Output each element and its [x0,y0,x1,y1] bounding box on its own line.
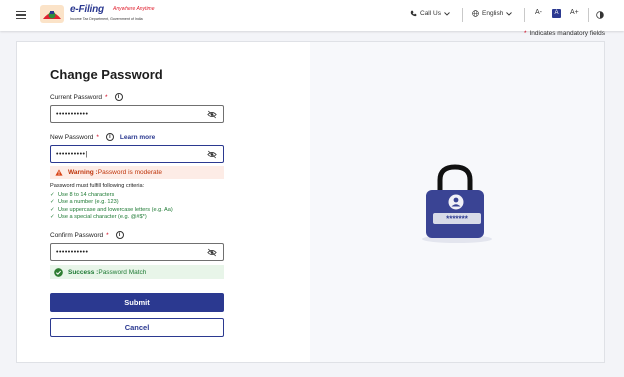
check-circle-icon [54,267,63,277]
globe-icon [472,10,479,17]
emblem-icon [40,5,64,23]
password-match-success: Success : Password Match [50,265,224,279]
current-password-label: Current Password * i [50,93,123,101]
learn-more-link[interactable]: Learn more [120,134,155,141]
criteria-heading: Password must fulfill following criteria… [50,183,145,189]
submit-button[interactable]: Submit [50,293,224,312]
current-password-field[interactable] [50,105,224,123]
department-name: Income Tax Department, Government of Ind… [70,17,143,21]
language-selector[interactable]: English [472,10,513,17]
eye-off-icon[interactable] [207,150,217,159]
font-decrease-button[interactable]: A- [535,9,542,16]
menu-icon[interactable] [16,11,26,20]
check-icon: ✓ [50,206,55,213]
criteria-item: ✓ Use a number (e.g. 123) [50,199,119,206]
efiling-logo[interactable]: e-Filing Anywhere Anytime Income Tax Dep… [37,4,159,25]
criteria-item: ✓ Use uppercase and lowercase letters (e.… [50,206,173,213]
confirm-password-input[interactable] [56,247,201,258]
eye-off-icon[interactable] [207,110,217,119]
font-increase-button[interactable]: A+ [570,9,579,16]
call-us-menu[interactable]: Call Us [410,10,450,17]
criteria-list: ✓ Use 8 to 14 characters ✓ Use a number (e… [50,192,173,221]
criteria-item: ✓ Use 8 to 14 characters [50,192,115,198]
phone-icon [410,10,417,17]
mandatory-note: * Indicates mandatory fields [523,30,605,37]
divider [524,8,525,22]
info-icon[interactable]: i [115,231,124,239]
new-password-field[interactable] [50,145,224,163]
call-us-label: Call Us [420,10,441,17]
info-icon[interactable]: i [114,93,123,101]
page-title: Change Password [50,67,163,82]
new-password-input[interactable] [56,149,201,160]
top-header: e-Filing Anywhere Anytime Income Tax Dep… [0,0,624,31]
current-password-input[interactable] [56,109,201,120]
font-normal-button[interactable]: A [552,9,561,18]
criteria-item: ✓ Use a special character (e.g. @#$*) [50,213,147,220]
confirm-password-label: Confirm Password * i [50,231,124,239]
check-icon: ✓ [50,192,55,198]
brand-tagline: Anywhere Anytime [113,6,155,12]
eye-off-icon[interactable] [207,248,217,257]
warning-icon [55,169,63,176]
password-strength-warning: Warning : Password is moderate [50,166,224,179]
new-password-label: New Password * i Learn more [50,133,156,141]
info-icon[interactable]: i [105,133,114,141]
check-icon: ✓ [50,213,55,220]
padlock-icon: ******* [422,164,492,243]
cancel-button[interactable]: Cancel [50,318,224,337]
divider [588,8,589,22]
check-icon: ✓ [50,199,55,206]
contrast-icon[interactable] [596,11,604,19]
chevron-down-icon [506,11,513,16]
masked-password-text: ******* [446,215,469,224]
confirm-password-field[interactable] [50,243,224,261]
brand-name: e-Filing [70,4,104,15]
divider [462,8,463,22]
chevron-down-icon [444,11,450,16]
language-label: English [482,10,504,17]
